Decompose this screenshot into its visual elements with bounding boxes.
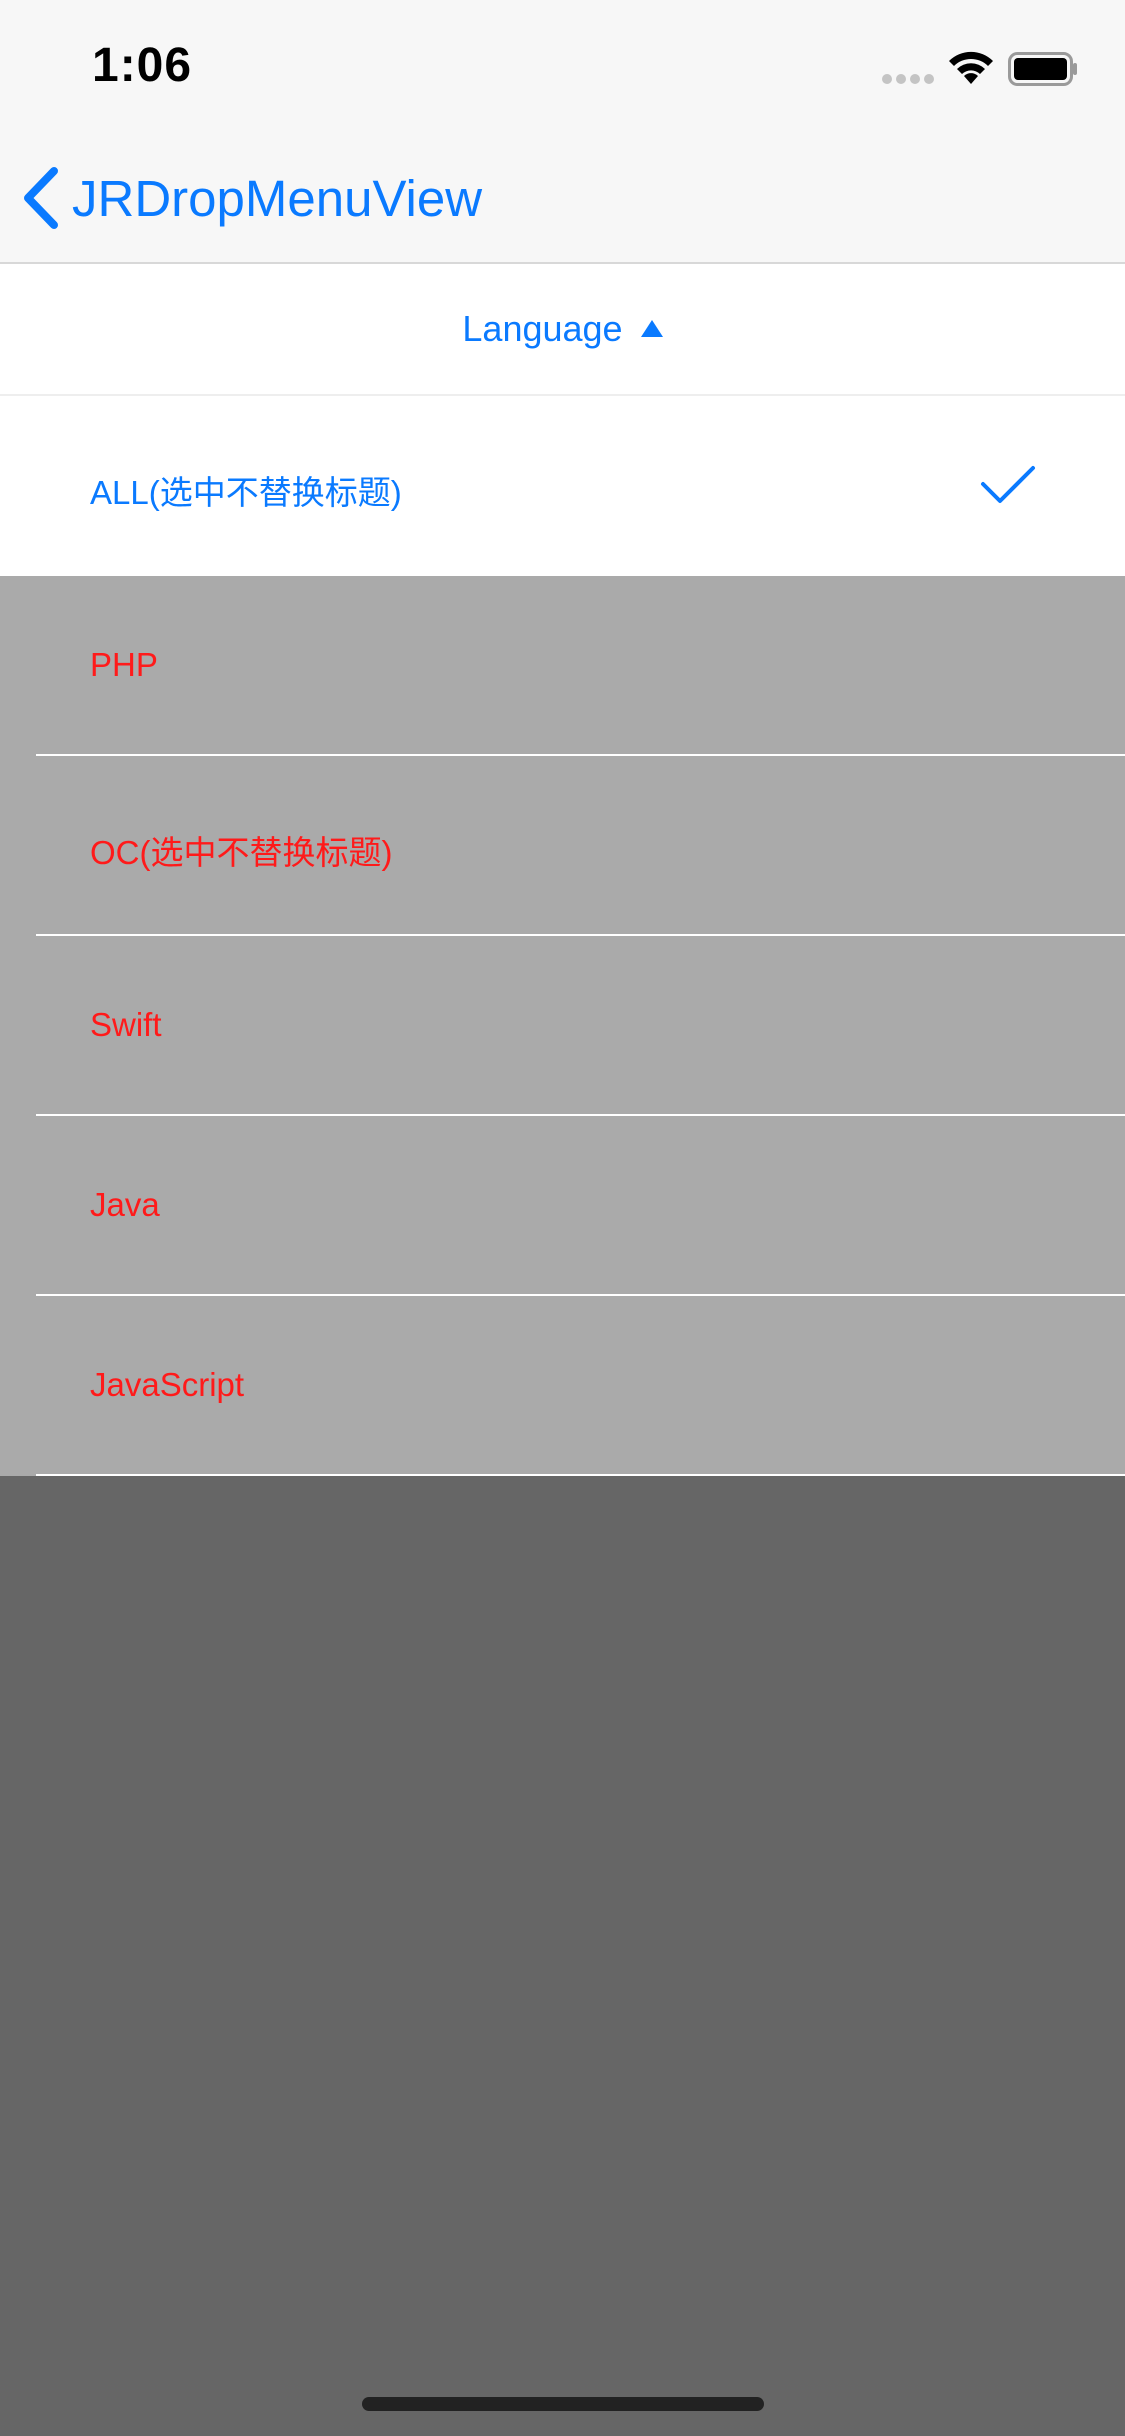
menu-option-label: OC(选中不替换标题): [90, 834, 393, 871]
menu-option-label: Java: [90, 1186, 160, 1223]
back-button-title: JRDropMenuView: [72, 169, 483, 227]
menu-option-label: JavaScript: [90, 1366, 245, 1403]
home-indicator[interactable]: [362, 2397, 764, 2411]
drop-menu-header-language[interactable]: Language: [0, 264, 1125, 396]
menu-option-swift[interactable]: Swift: [0, 936, 1125, 1116]
menu-option-php[interactable]: PHP: [0, 576, 1125, 756]
menu-option-label: Swift: [90, 1006, 162, 1043]
wifi-icon: [949, 51, 993, 84]
menu-option-label: ALL(选中不替换标题): [90, 474, 402, 511]
menu-option-all[interactable]: ALL(选中不替换标题): [0, 396, 1125, 576]
drop-menu-header-label: Language: [462, 308, 623, 349]
menu-option-oc[interactable]: OC(选中不替换标题): [0, 756, 1125, 936]
status-bar: 1:06: [0, 0, 1125, 132]
back-button[interactable]: JRDropMenuView: [20, 158, 482, 238]
menu-option-java[interactable]: Java: [0, 1116, 1125, 1296]
navigation-bar: JRDropMenuView: [0, 132, 1125, 264]
battery-icon: [1008, 52, 1077, 86]
checkmark-icon: [981, 466, 1035, 503]
dimmed-backdrop[interactable]: [0, 1476, 1125, 2436]
menu-option-label: PHP: [90, 646, 158, 683]
chevron-left-icon: [24, 167, 58, 229]
menu-option-javascript[interactable]: JavaScript: [0, 1296, 1125, 1476]
status-time: 1:06: [92, 39, 193, 92]
cellular-signal-icon: [882, 74, 934, 84]
menu-option-list: PHP OC(选中不替换标题) Swift Java JavaScript: [0, 576, 1125, 1476]
triangle-up-icon: [640, 319, 663, 337]
